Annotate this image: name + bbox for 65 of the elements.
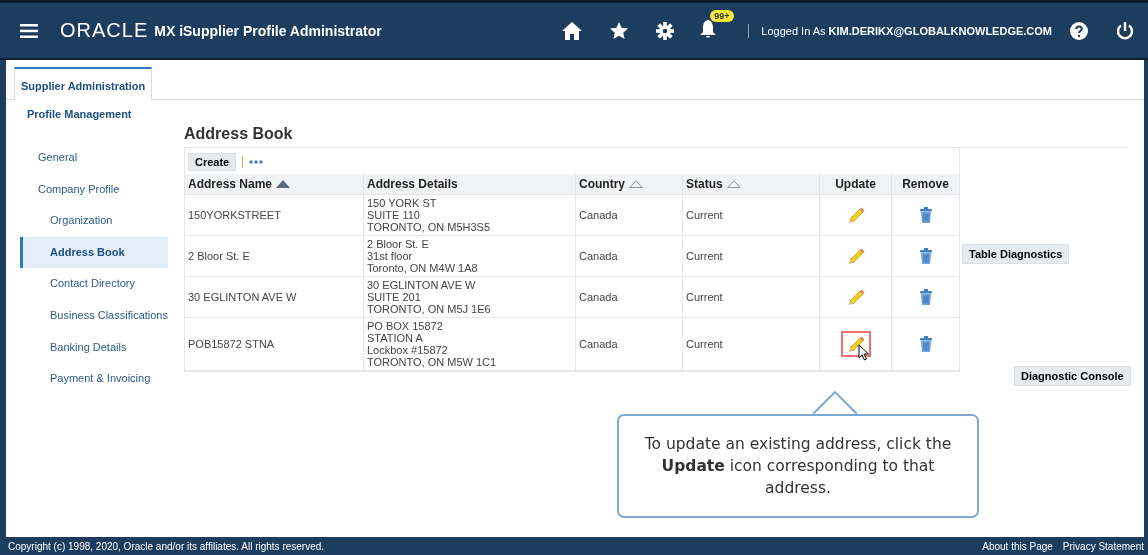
table-cell: Current (682, 276, 820, 318)
table-cell: 30 EGLINTON AVE W (185, 276, 364, 318)
power-icon[interactable] (1116, 21, 1134, 40)
table-cell: Canada (575, 276, 683, 318)
pencil-icon (846, 335, 865, 353)
table-cell: Canada (575, 194, 683, 236)
table-cell: 2 Bloor St. E (185, 235, 364, 277)
column-header[interactable]: Address Name (185, 174, 364, 195)
sidebar-item[interactable]: Address Book (20, 236, 168, 268)
address-details: 2 Bloor St. E 31st floor Toronto, ON M4W 1A8 (367, 238, 479, 274)
table-cell: POB15872 STNA (185, 317, 364, 371)
trash-icon (919, 207, 932, 223)
settings-icon[interactable] (656, 21, 675, 40)
table-cell: Current (682, 317, 820, 371)
table-cell: Current (682, 194, 820, 236)
sidebar-item[interactable]: Payment & Invoicing (20, 363, 168, 395)
address-details: 150 YORK ST SUITE 110 TORONTO, ON M5H3S5 (367, 197, 492, 233)
menu-icon[interactable] (20, 23, 38, 38)
notification-badge: 99+ (710, 9, 734, 22)
column-header[interactable]: Remove (891, 174, 959, 195)
star-icon[interactable] (610, 21, 629, 40)
sidebar-item[interactable]: General (20, 142, 168, 173)
column-header[interactable]: Status (682, 174, 820, 195)
table-diagnostics-button[interactable]: Table Diagnostics (962, 244, 1070, 264)
address-details: PO BOX 15872 STATION A Lockbox #15872 TORONTO, ON M5W 1C1 (367, 320, 498, 368)
logo: ORACLE (60, 19, 149, 42)
more-icon[interactable] (249, 160, 264, 164)
table-cell: 150YORKSTREET (185, 194, 364, 236)
sort-ascending-icon[interactable] (276, 180, 291, 188)
sidebar-item[interactable]: Banking Details (20, 331, 168, 363)
page-title: Address Book (184, 125, 1128, 148)
footer-link[interactable]: About this Page (982, 540, 1053, 552)
column-header[interactable]: Update (819, 174, 892, 195)
table-cell: Current (682, 235, 820, 277)
column-header[interactable]: Country (575, 174, 683, 195)
create-button[interactable]: Create (188, 153, 237, 171)
home-icon[interactable] (562, 21, 583, 40)
tab[interactable]: Supplier Administration (14, 67, 153, 100)
trash-icon (919, 248, 932, 264)
sort-icon[interactable] (629, 180, 643, 188)
copyright-text: Copyright (c) 1998, 2020, Oracle and/or its affiliates. All rights reserved. (8, 540, 325, 552)
sidebar-item[interactable]: Contact Directory (20, 268, 168, 300)
sidebar-item[interactable]: Business Classifications (20, 299, 168, 331)
pencil-icon (846, 247, 865, 265)
footer-link[interactable]: Privacy Statement (1062, 540, 1144, 552)
table-cell: Canada (575, 235, 683, 277)
trash-icon (919, 336, 932, 352)
app-title: MX iSupplier Profile Administrator (154, 22, 382, 39)
address-details: 30 EGLINTON AVE W SUITE 201 TORONTO, ON M5J 1E6 (367, 279, 492, 315)
sidebar-item[interactable]: Organization (20, 205, 168, 237)
help-icon[interactable] (1070, 21, 1088, 40)
callout-tooltip: To update an existing address, click the Update icon corresponding to that address. (617, 414, 979, 518)
pencil-icon (846, 288, 865, 306)
sidebar-item[interactable]: Company Profile (20, 173, 168, 205)
sort-icon[interactable] (726, 180, 741, 188)
callout-pointer (813, 391, 857, 415)
logged-in-user: Logged In As KIM.DERIKX@GLOBALKNOWLEDGE.COM (761, 24, 1052, 37)
pencil-icon (846, 206, 865, 224)
column-header[interactable]: Address Details (363, 174, 576, 195)
section-title: Profile Management (26, 107, 133, 120)
cursor-icon (858, 344, 870, 361)
table-cell: Canada (575, 317, 683, 371)
trash-icon (919, 289, 932, 305)
notification-icon[interactable] (700, 19, 717, 38)
diagnostic-console-button[interactable]: Diagnostic Console (1014, 366, 1131, 386)
